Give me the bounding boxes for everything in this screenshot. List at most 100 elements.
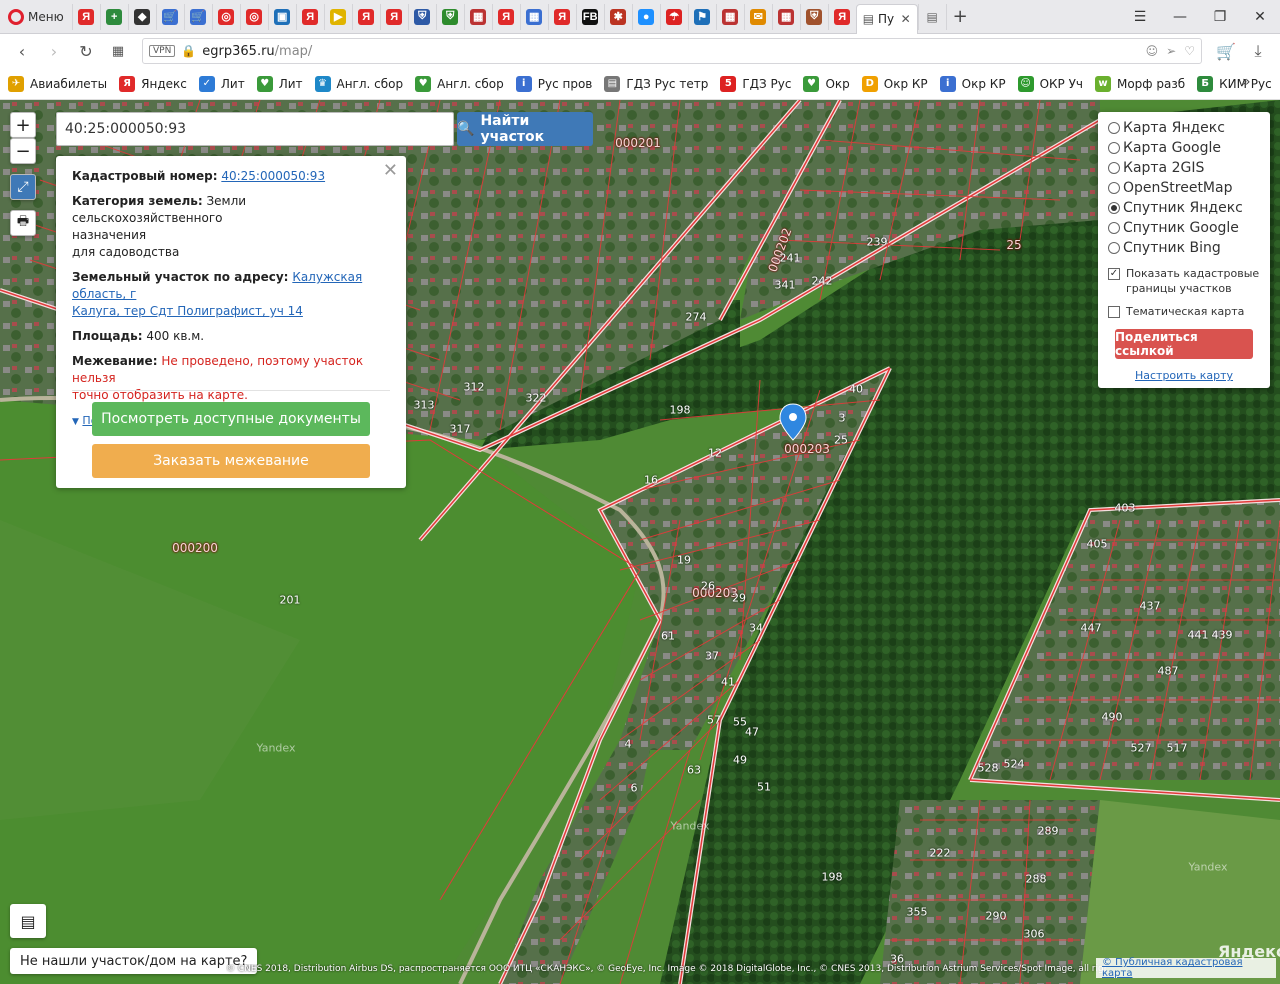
pinned-tab-0[interactable]: Я <box>71 3 100 30</box>
cart-icon[interactable]: 🛒 <box>1212 37 1240 65</box>
snapshot-icon[interactable]: ☺ <box>1146 44 1159 58</box>
thematic-map-checkbox[interactable] <box>1108 306 1120 318</box>
share-link-button[interactable]: Поделиться ссылкой <box>1115 329 1253 359</box>
pinned-tab-3[interactable]: 🛒 <box>155 3 184 30</box>
fullscreen-button[interactable]: ⤢ <box>10 174 36 200</box>
layer-option[interactable]: Спутник Яндекс <box>1108 198 1260 218</box>
radio-button[interactable] <box>1108 162 1120 174</box>
pinned-tab-11[interactable]: Я <box>379 3 408 30</box>
zoom-in-button[interactable]: + <box>10 112 36 138</box>
tab-menu-icon[interactable]: ☰ <box>1120 0 1160 34</box>
bookmark-item[interactable]: w Морф разб <box>1094 75 1185 92</box>
layer-option[interactable]: Карта 2GIS <box>1108 158 1260 178</box>
pinned-tab-10[interactable]: Я <box>351 3 380 30</box>
pinned-tab-1[interactable]: + <box>99 3 128 30</box>
thematic-map-toggle[interactable]: Тематическая карта <box>1108 304 1260 319</box>
pinned-tab-17[interactable]: Я <box>547 3 576 30</box>
radio-button[interactable] <box>1108 242 1120 254</box>
close-window-icon[interactable]: ✕ <box>1240 0 1280 34</box>
bookmark-item[interactable]: ✈ Авиабилеты <box>8 75 107 92</box>
heart-icon[interactable]: ♡ <box>1184 44 1195 58</box>
satellite-map[interactable]: 000201 000202 000203 000203 000200 25 198 201 19… <box>0 100 1280 984</box>
layer-option[interactable]: Карта Google <box>1108 138 1260 158</box>
pinned-tab-13[interactable]: ⛨ <box>435 3 464 30</box>
pinned-tab-9[interactable]: ▶ <box>323 3 352 30</box>
pinned-tab-25[interactable]: ▦ <box>771 3 800 30</box>
five-icon: 5 <box>720 75 737 92</box>
pinned-tab-19[interactable]: ✱ <box>603 3 632 30</box>
address-bar[interactable]: VPN 🔒 egrp365.ru/map/ ☺ ➢ ♡ <box>142 38 1202 64</box>
print-button[interactable]: 🖶 <box>10 210 36 236</box>
address-link-2[interactable]: Калуга, тер Сдт Полиграфист, уч 14 <box>72 304 303 318</box>
bookmark-item[interactable]: ♥ Лит <box>256 75 303 92</box>
pinned-tab-23[interactable]: ▦ <box>715 3 744 30</box>
bookmark-item[interactable]: Б КИМ Рус <box>1197 75 1272 92</box>
bookmark-item[interactable]: ♛ Англ. сбор <box>314 75 403 92</box>
radio-button[interactable] <box>1108 142 1120 154</box>
bookmark-item[interactable]: ♥ Окр <box>803 75 850 92</box>
bookmark-item[interactable]: D Окр КР <box>861 75 928 92</box>
vpn-badge[interactable]: VPN <box>149 45 176 57</box>
pinned-tab-6[interactable]: ◎ <box>239 3 268 30</box>
pinned-tab-7[interactable]: ▣ <box>267 3 296 30</box>
pinned-tab-4[interactable]: 🛒 <box>183 3 212 30</box>
bookmarks-overflow-icon[interactable]: » <box>1242 74 1251 90</box>
pinned-tab-18[interactable]: FB <box>575 3 604 30</box>
reload-icon[interactable]: ↻ <box>72 37 100 65</box>
layer-option[interactable]: Спутник Google <box>1108 218 1260 238</box>
pinned-tab-15[interactable]: Я <box>491 3 520 30</box>
pinned-tab-8[interactable]: Я <box>295 3 324 30</box>
find-parcel-button[interactable]: 🔍 Найти участок <box>457 112 593 146</box>
maximize-icon[interactable]: ❐ <box>1200 0 1240 34</box>
minimize-icon[interactable]: — <box>1160 0 1200 34</box>
pinned-tab-2[interactable]: ◆ <box>127 3 156 30</box>
pinned-tab-20[interactable]: ● <box>631 3 660 30</box>
bookmark-item[interactable]: Я Яндекс <box>119 75 187 92</box>
pinned-tab-16[interactable]: ▦ <box>519 3 548 30</box>
tab-page[interactable]: ▤ <box>917 3 946 30</box>
zoom-out-button[interactable]: − <box>10 138 36 164</box>
forward-icon[interactable]: › <box>40 37 68 65</box>
pinned-tab-24[interactable]: ✉ <box>743 3 772 30</box>
cadastral-borders-toggle[interactable]: ✓ Показать кадастровые границы участков <box>1108 266 1260 296</box>
cadastral-borders-checkbox[interactable]: ✓ <box>1108 268 1120 280</box>
close-icon[interactable]: ✕ <box>383 162 398 180</box>
bookmark-item[interactable]: ☺ ОКР Уч <box>1017 75 1083 92</box>
bookmark-item[interactable]: i Рус пров <box>515 75 592 92</box>
not-found-button[interactable]: Не нашли участок/дом на карте? <box>10 948 258 974</box>
download-icon[interactable]: ⤓ <box>1244 37 1272 65</box>
view-documents-button[interactable]: Посмотреть доступные документы <box>92 402 370 436</box>
pinned-tab-22[interactable]: ⚑ <box>687 3 716 30</box>
radio-button[interactable] <box>1108 122 1120 134</box>
pinned-tab-21[interactable]: ☂ <box>659 3 688 30</box>
cadastral-search-input[interactable] <box>56 112 454 146</box>
bookmark-item[interactable]: ✓ Лит <box>198 75 245 92</box>
pinned-tab-14[interactable]: ▦ <box>463 3 492 30</box>
back-icon[interactable]: ‹ <box>8 37 36 65</box>
pinned-tab-26[interactable]: ⛨ <box>799 3 828 30</box>
layer-option[interactable]: Карта Яндекс <box>1108 118 1260 138</box>
bookmark-item[interactable]: ▤ ГДЗ Рус тетр <box>604 75 708 92</box>
layer-option[interactable]: Спутник Bing <box>1108 238 1260 258</box>
pinned-tab-5[interactable]: ◎ <box>211 3 240 30</box>
cad-number-link[interactable]: 40:25:000050:93 <box>221 169 325 183</box>
legend-button[interactable]: ▤ <box>10 904 46 938</box>
close-tab-icon[interactable]: ✕ <box>901 12 911 26</box>
new-tab-button[interactable]: + <box>945 3 974 30</box>
radio-button[interactable] <box>1108 222 1120 234</box>
bookmark-item[interactable]: ♥ Англ. сбор <box>415 75 504 92</box>
radio-button[interactable] <box>1108 182 1120 194</box>
pkk-link[interactable]: © Публичная кадастровая карта <box>1102 957 1270 979</box>
bookmark-item[interactable]: i Окр КР <box>939 75 1006 92</box>
order-survey-button[interactable]: Заказать межевание <box>92 444 370 478</box>
bookmark-item[interactable]: 5 ГДЗ Рус <box>720 75 791 92</box>
radio-button[interactable] <box>1108 202 1120 214</box>
pinned-tab-27[interactable]: Я <box>827 3 856 30</box>
layer-option[interactable]: OpenStreetMap <box>1108 178 1260 198</box>
pinned-tab-12[interactable]: ⛨ <box>407 3 436 30</box>
opera-menu-button[interactable]: Меню <box>0 0 72 34</box>
active-tab[interactable]: ▤ Пу ✕ <box>855 3 918 34</box>
speed-dial-icon[interactable]: ▦ <box>104 37 132 65</box>
send-icon[interactable]: ➢ <box>1166 44 1176 58</box>
configure-map-link[interactable]: Настроить карту <box>1135 369 1233 382</box>
